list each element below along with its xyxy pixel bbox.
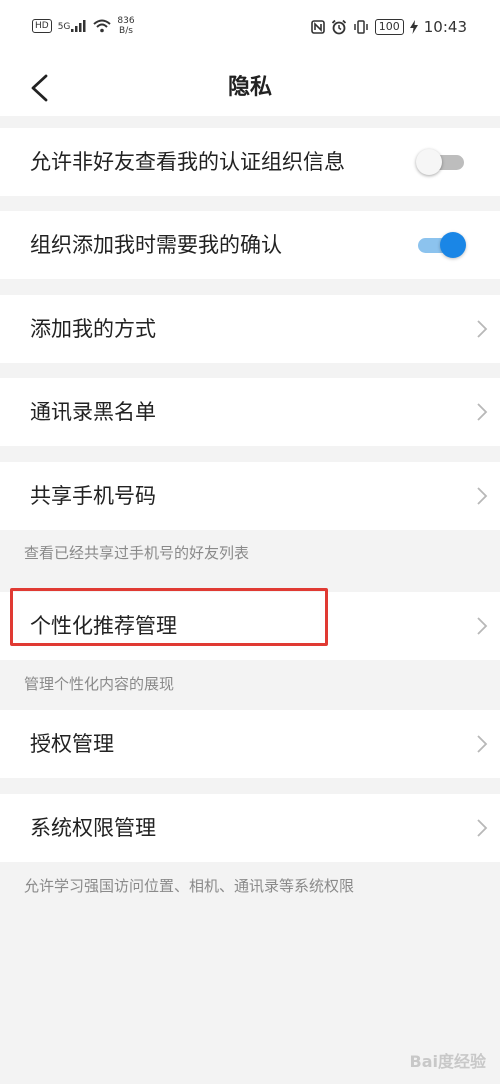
alarm-icon [331,19,346,35]
system-permission-hint: 允许学习强国访问位置、相机、通讯录等系统权限 [24,877,355,895]
row-share-phone[interactable]: 共享手机号码 [0,462,500,530]
toggle-knob [416,149,442,175]
row-label: 通讯录黑名单 [30,400,156,424]
share-phone-hint: 查看已经共享过手机号的好友列表 [24,544,250,562]
charging-icon [409,20,418,34]
row-nonfriend-view-org[interactable]: 允许非好友查看我的认证组织信息 [0,128,500,196]
chevron-right-icon [477,617,488,635]
status-left: HD 5G 836 B/s [32,16,135,36]
watermark: Bai度经验 [409,1052,486,1071]
row-label: 授权管理 [30,732,114,756]
personalized-hint: 管理个性化内容的展现 [24,675,175,693]
row-label: 共享手机号码 [30,484,156,508]
chevron-right-icon [477,735,488,753]
wifi-icon [93,19,112,33]
row-add-me-method[interactable]: 添加我的方式 [0,295,500,363]
highlight-box [10,588,328,646]
battery-icon: 100 [374,19,404,35]
toggle-knob [440,232,466,258]
status-bar: HD 5G 836 B/s 100 10:43 [0,0,500,60]
row-authorization[interactable]: 授权管理 [0,710,500,778]
nonfriend-view-org-toggle[interactable] [416,149,466,175]
signal-label: 5G [57,22,71,32]
row-label: 允许非好友查看我的认证组织信息 [30,150,345,174]
row-org-add-confirm[interactable]: 组织添加我时需要我的确认 [0,211,500,279]
chevron-right-icon [477,819,488,837]
hd-badge: HD [32,19,52,33]
page-title: 隐私 [227,75,272,100]
row-label: 系统权限管理 [30,816,156,840]
network-speed: 836 B/s [117,16,134,36]
clock: 10:43 [423,18,467,36]
nav-bar: 隐私 [0,60,500,116]
org-add-confirm-toggle[interactable] [416,232,466,258]
row-system-permission[interactable]: 系统权限管理 [0,794,500,862]
chevron-right-icon [477,487,488,505]
status-right: 100 10:43 [310,18,467,36]
row-label: 组织添加我时需要我的确认 [30,233,282,257]
row-contacts-blacklist[interactable]: 通讯录黑名单 [0,378,500,446]
chevron-right-icon [477,320,488,338]
network-speed-unit: B/s [119,26,133,36]
signal-indicator: 5G [58,20,88,32]
network-speed-value: 836 [117,16,135,26]
row-label: 添加我的方式 [30,317,156,341]
vibrate-icon [354,20,368,34]
chevron-right-icon [477,403,488,421]
nfc-icon [310,20,325,34]
signal-icon [71,20,86,32]
